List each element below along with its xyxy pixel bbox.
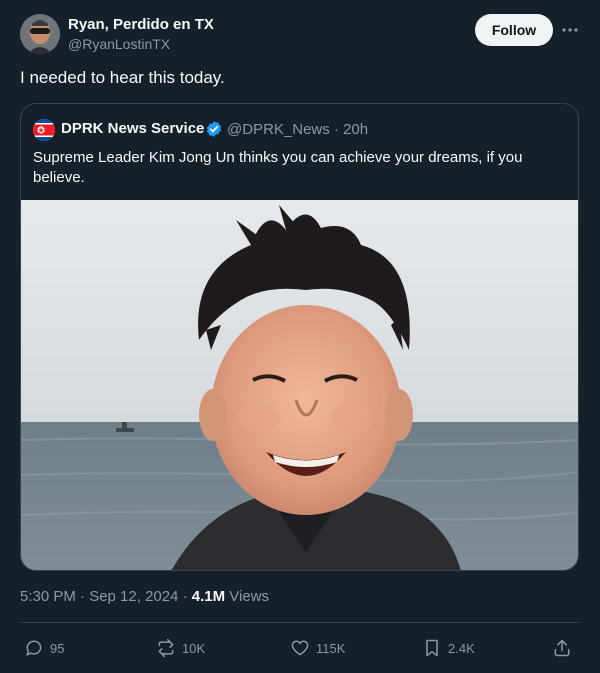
quoted-author-name[interactable]: DPRK News Service: [61, 120, 204, 137]
action-bar: 95 10K 115K 2.4K: [20, 634, 580, 662]
reply-button[interactable]: 95: [24, 634, 64, 662]
tweet-metadata: 5:30 PM · Sep 12, 2024 · 4.1M Views: [20, 588, 269, 605]
reply-count: 95: [50, 640, 65, 656]
tweet-text: I needed to hear this today.: [20, 68, 225, 87]
heart-icon: [291, 640, 309, 656]
share-icon: [554, 639, 570, 657]
author-name[interactable]: Ryan, Perdido en TX: [68, 16, 214, 33]
quoted-tweet-header: DPRK News Service @DPRK_News · 20h: [33, 118, 566, 141]
like-count: 115K: [316, 640, 346, 656]
tweet-header: Ryan, Perdido en TX @RyanLostinTX Follow: [20, 14, 586, 58]
repost-icon: [158, 638, 174, 658]
like-button[interactable]: 115K: [290, 634, 345, 662]
more-options-icon[interactable]: [560, 22, 580, 38]
dprk-flag-avatar[interactable]: [33, 119, 55, 141]
verified-badge-icon: [205, 120, 223, 138]
quoted-handle-time[interactable]: @DPRK_News · 20h: [227, 121, 368, 138]
tweet-timestamp[interactable]: 5:30 PM · Sep 12, 2024 ·: [20, 588, 192, 605]
follow-button[interactable]: Follow: [475, 14, 553, 46]
bookmark-button[interactable]: 2.4K: [422, 634, 475, 662]
reply-icon: [26, 640, 42, 656]
divider: [20, 622, 580, 623]
views-count: 4.1M: [191, 588, 226, 605]
quoted-tweet-text: Supreme Leader Kim Jong Un thinks you ca…: [33, 149, 523, 186]
quoted-tweet[interactable]: DPRK News Service @DPRK_News · 20h Supre…: [20, 103, 579, 571]
views-label: Views: [225, 588, 270, 605]
repost-button[interactable]: 10K: [156, 634, 205, 662]
author-handle[interactable]: @RyanLostinTX: [68, 36, 170, 52]
share-button[interactable]: [552, 634, 572, 662]
quoted-tweet-photo[interactable]: [21, 200, 578, 570]
author-avatar[interactable]: [20, 14, 60, 54]
bookmark-icon: [426, 639, 438, 657]
tweet-card: Ryan, Perdido en TX @RyanLostinTX Follow…: [0, 0, 600, 673]
bookmark-count: 2.4K: [448, 640, 475, 656]
repost-count: 10K: [182, 640, 206, 656]
